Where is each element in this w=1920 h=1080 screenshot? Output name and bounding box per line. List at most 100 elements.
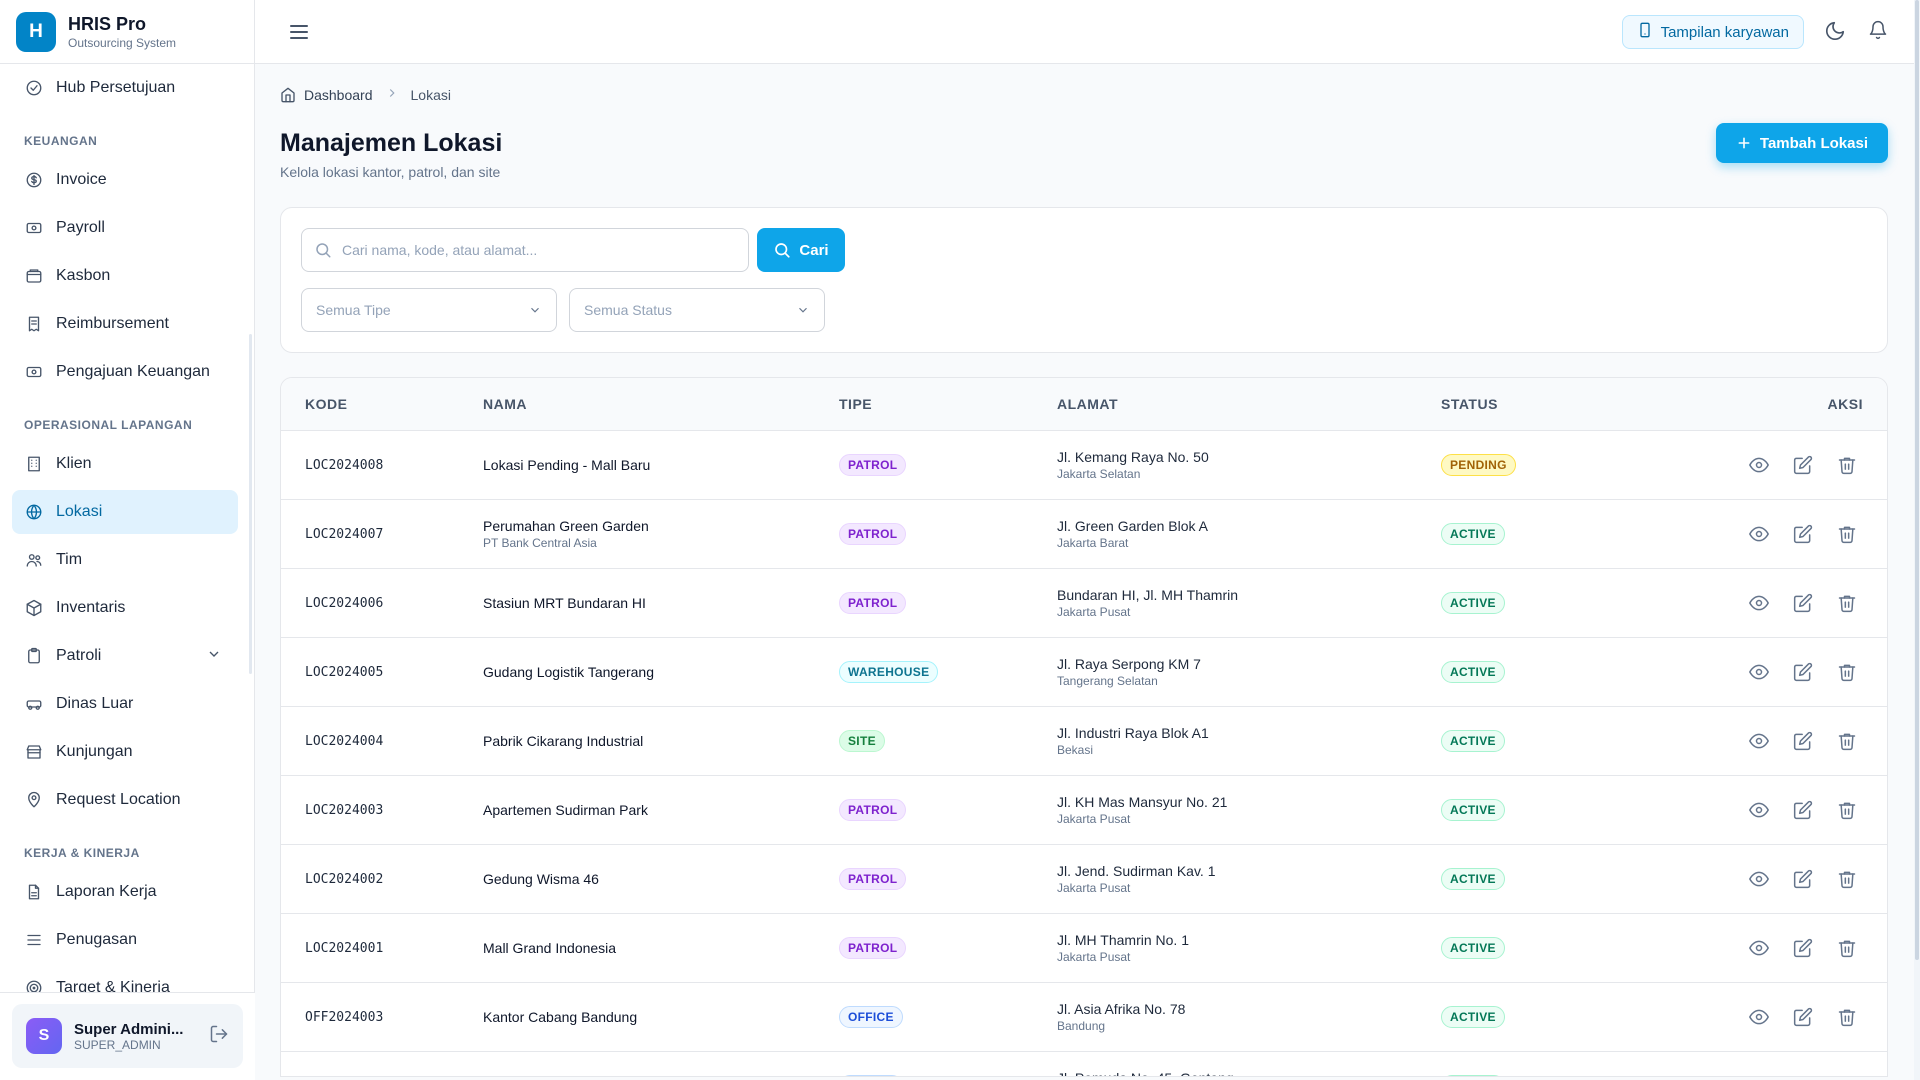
view-icon[interactable]: [1747, 591, 1771, 615]
sidebar-item-request-location[interactable]: Request Location: [12, 778, 238, 822]
logout-icon[interactable]: [209, 1024, 229, 1049]
edit-icon[interactable]: [1791, 522, 1815, 546]
view-icon[interactable]: [1747, 1074, 1771, 1077]
location-city: Jakarta Pusat: [1057, 949, 1131, 964]
edit-icon[interactable]: [1791, 1074, 1815, 1077]
sidebar-item-inventaris[interactable]: Inventaris: [12, 586, 238, 630]
location-address: Bundaran HI, Jl. MH Thamrin: [1057, 586, 1239, 603]
user-profile[interactable]: S Super Admini... SUPER_ADMIN: [12, 1004, 243, 1068]
employee-view-button[interactable]: Tampilan karyawan: [1621, 15, 1804, 49]
sidebar-item-kunjungan[interactable]: Kunjungan: [12, 730, 238, 774]
table-row[interactable]: LOC2024002 Gedung Wisma 46 PATROL Jl. Jend.…: [281, 844, 1887, 914]
trash-icon[interactable]: [1835, 867, 1859, 891]
banknote-icon: [24, 218, 44, 238]
table-row[interactable]: LOC2024004 Pabrik Cikarang Industrial SITE…: [281, 706, 1887, 776]
table-row[interactable]: LOC2024001 Mall Grand Indonesia PATROL Jl. …: [281, 913, 1887, 983]
sidebar-item-label: Pengajuan Keuangan: [56, 363, 210, 380]
dark-mode-icon[interactable]: [1824, 20, 1848, 44]
sidebar-item-hub-persetujuan[interactable]: Hub Persetujuan: [12, 66, 238, 110]
table-row[interactable]: LOC2024008 Lokasi Pending - Mall Baru PATR…: [281, 430, 1887, 500]
location-name: Gedung Wisma 46: [483, 870, 599, 887]
search-button[interactable]: Cari: [757, 228, 845, 272]
locations-table-card: KODE NAMA TIPE ALAMAT STATUS AKSI LOC202…: [280, 377, 1888, 1077]
sidebar-item-pengajuan-keuangan[interactable]: Pengajuan Keuangan: [12, 350, 238, 394]
type-badge: PATROL: [839, 936, 907, 959]
trash-icon[interactable]: [1835, 522, 1859, 546]
location-code: LOC2024007: [305, 527, 384, 542]
car-icon: [24, 694, 44, 714]
type-select[interactable]: Semua Tipe: [301, 288, 557, 332]
location-code: LOC2024006: [305, 596, 384, 611]
sidebar-item-target-kinerja[interactable]: Target & Kinerja: [12, 966, 238, 992]
table-row[interactable]: OFF2024002Kantor Cabang Jakarta PusatOFF…: [281, 1051, 1887, 1077]
trash-icon[interactable]: [1835, 453, 1859, 477]
sidebar-item-payroll[interactable]: Payroll: [12, 206, 238, 250]
view-icon[interactable]: [1747, 936, 1771, 960]
edit-icon[interactable]: [1791, 1005, 1815, 1029]
trash-icon[interactable]: [1835, 1005, 1859, 1029]
table-row[interactable]: LOC2024003 Apartemen Sudirman Park PATROL J…: [281, 775, 1887, 845]
column-header: NAMA: [483, 378, 839, 431]
type-badge: WAREHOUSE: [839, 660, 939, 683]
trash-icon[interactable]: [1835, 660, 1859, 684]
sidebar-scrollbar[interactable]: [249, 334, 252, 674]
edit-icon[interactable]: [1791, 936, 1815, 960]
sidebar-item-klien[interactable]: Klien: [12, 442, 238, 486]
sidebar-item-dinas-luar[interactable]: Dinas Luar: [12, 682, 238, 726]
edit-icon[interactable]: [1791, 591, 1815, 615]
table-row[interactable]: OFF2024003 Kantor Cabang Bandung OFFICE Jl.…: [281, 982, 1887, 1052]
search-input[interactable]: [342, 242, 722, 258]
sidebar-item-tim[interactable]: Tim: [12, 538, 238, 582]
chevron-down-icon: [796, 303, 810, 317]
edit-icon[interactable]: [1791, 867, 1815, 891]
sidebar-item-lokasi[interactable]: Lokasi: [12, 490, 238, 534]
sidebar-item-label: Request Location: [56, 791, 181, 808]
edit-icon[interactable]: [1791, 660, 1815, 684]
column-header: TIPE: [839, 378, 1057, 431]
edit-icon[interactable]: [1791, 798, 1815, 822]
view-icon[interactable]: [1747, 453, 1771, 477]
table-row[interactable]: LOC2024007 Perumahan Green Garden PT Bank …: [281, 499, 1887, 569]
add-location-button[interactable]: Tambah Lokasi: [1715, 123, 1888, 163]
view-icon[interactable]: [1747, 660, 1771, 684]
search-icon: [773, 241, 791, 259]
trash-icon[interactable]: [1835, 591, 1859, 615]
user-role: SUPER_ADMIN: [74, 1037, 161, 1052]
menu-icon[interactable]: [287, 20, 311, 44]
location-name: Apartemen Sudirman Park: [483, 801, 648, 818]
trash-icon[interactable]: [1835, 798, 1859, 822]
location-city: Tangerang Selatan: [1057, 673, 1158, 688]
bell-icon[interactable]: [1868, 20, 1892, 44]
view-icon[interactable]: [1747, 867, 1771, 891]
view-icon[interactable]: [1747, 1005, 1771, 1029]
location-address: Jl. MH Thamrin No. 1: [1057, 931, 1189, 948]
sidebar-item-label: Dinas Luar: [56, 695, 134, 712]
location-address: Jl. Kemang Raya No. 50: [1057, 448, 1209, 465]
sidebar-item-patroli[interactable]: Patroli: [12, 634, 238, 678]
table-row[interactable]: LOC2024005 Gudang Logistik Tangerang WAREH…: [281, 637, 1887, 707]
status-badge: PENDING: [1441, 453, 1516, 476]
chevron-down-icon[interactable]: [206, 646, 226, 666]
table-row[interactable]: LOC2024006 Stasiun MRT Bundaran HI PATROL B…: [281, 568, 1887, 638]
table-header-row: KODE NAMA TIPE ALAMAT STATUS AKSI: [281, 378, 1887, 431]
view-icon[interactable]: [1747, 798, 1771, 822]
sidebar-item-laporan-kerja[interactable]: Laporan Kerja: [12, 870, 238, 914]
sidebar-item-kasbon[interactable]: Kasbon: [12, 254, 238, 298]
location-name: Lokasi Pending - Mall Baru: [483, 456, 651, 473]
status-select-value: Semua Status: [584, 302, 672, 318]
view-icon[interactable]: [1747, 729, 1771, 753]
edit-icon[interactable]: [1791, 729, 1815, 753]
sidebar-item-label: Invoice: [56, 171, 107, 188]
sidebar-item-invoice[interactable]: Invoice: [12, 158, 238, 202]
avatar: S: [26, 1018, 62, 1054]
page-scrollbar[interactable]: [1914, 0, 1920, 1080]
breadcrumb-dashboard[interactable]: Dashboard: [304, 87, 373, 103]
status-select[interactable]: Semua Status: [569, 288, 825, 332]
view-icon[interactable]: [1747, 522, 1771, 546]
trash-icon[interactable]: [1835, 729, 1859, 753]
trash-icon[interactable]: [1835, 936, 1859, 960]
sidebar-item-reimbursement[interactable]: Reimbursement: [12, 302, 238, 346]
trash-icon[interactable]: [1835, 1074, 1859, 1077]
sidebar-item-penugasan[interactable]: Penugasan: [12, 918, 238, 962]
edit-icon[interactable]: [1791, 453, 1815, 477]
